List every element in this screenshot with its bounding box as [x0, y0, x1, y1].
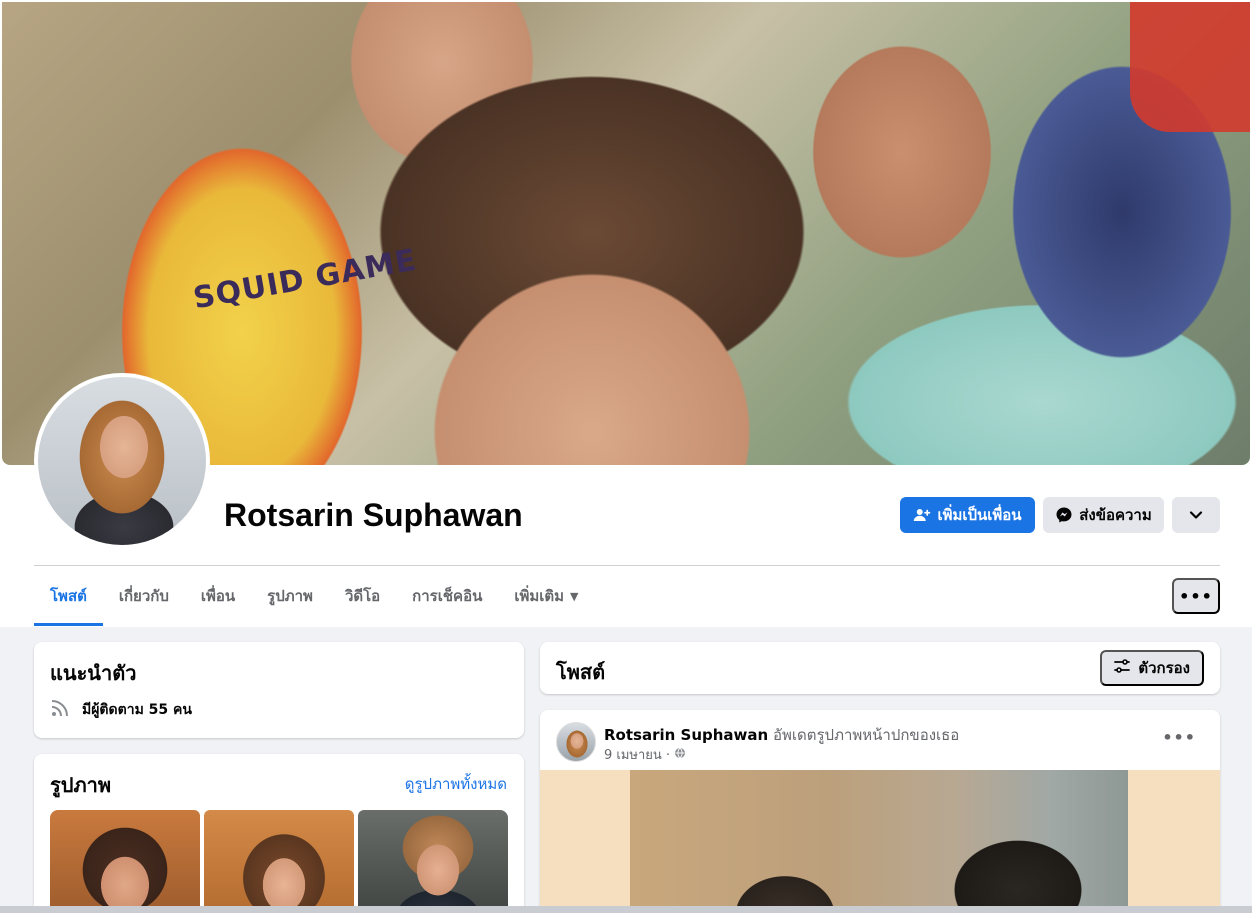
send-message-label: ส่งข้อความ — [1079, 506, 1152, 524]
tab-photos-label: รูปภาพ — [267, 587, 313, 605]
photos-title: รูปภาพ — [50, 773, 112, 797]
post-action-text: อัพเดตรูปภาพหน้าปกของเธอ — [772, 726, 960, 744]
more-dots-icon: ••• — [1162, 728, 1196, 747]
intro-card: แนะนำตัว มีผู้ติดตาม 55 คน — [34, 642, 524, 738]
more-dots-icon: ••• — [1179, 586, 1213, 606]
profile-name: Rotsarin Suphawan — [224, 497, 523, 533]
person-plus-icon — [913, 506, 931, 524]
tab-more[interactable]: เพิ่มเติม ▼ — [498, 566, 594, 626]
post-image[interactable] — [630, 770, 1128, 913]
post-author-avatar[interactable] — [556, 722, 596, 762]
profile-more-button[interactable] — [1172, 497, 1220, 533]
send-message-button[interactable]: ส่งข้อความ — [1043, 497, 1164, 533]
post-author-name[interactable]: Rotsarin Suphawan — [604, 726, 768, 744]
cover-photo[interactable]: SQUID GAME — [2, 2, 1250, 465]
add-friend-label: เพิ่มเป็นเพื่อน — [937, 506, 1022, 524]
bottom-scroll-edge — [0, 906, 1252, 913]
post-card: Rotsarin Suphawan อัพเดตรูปภาพหน้าปกของเ… — [540, 710, 1220, 913]
post-image-frame — [540, 770, 1220, 913]
followers-row: มีผู้ติดตาม 55 คน — [50, 698, 192, 722]
photos-card: รูปภาพ ดูรูปภาพทั้งหมด — [34, 754, 524, 913]
tab-about-label: เกี่ยวกับ — [118, 587, 169, 605]
cover-shirt-text: SQUID GAME — [190, 242, 420, 317]
filter-label: ตัวกรอง — [1138, 659, 1190, 677]
tab-videos[interactable]: วิดีโอ — [329, 566, 396, 626]
tab-about[interactable]: เกี่ยวกับ — [103, 566, 185, 626]
caret-down-icon: ▼ — [570, 589, 579, 603]
profile-avatar-image — [38, 377, 206, 545]
tab-photos[interactable]: รูปภาพ — [251, 566, 329, 626]
tab-videos-label: วิดีโอ — [344, 587, 381, 605]
posts-title: โพสต์ — [556, 660, 606, 684]
post-meta: 9 เมษายน · — [604, 744, 686, 765]
rss-icon — [50, 698, 70, 722]
add-friend-button[interactable]: เพิ่มเป็นเพื่อน — [900, 497, 1035, 533]
filter-button[interactable]: ตัวกรอง — [1100, 650, 1204, 686]
posts-header-card: โพสต์ ตัวกรอง — [540, 642, 1220, 694]
see-all-photos-link[interactable]: ดูรูปภาพทั้งหมด — [405, 772, 507, 796]
globe-icon — [674, 747, 686, 763]
tab-checkins[interactable]: การเช็คอิน — [396, 566, 498, 626]
followers-count: มีผู้ติดตาม 55 คน — [82, 702, 192, 718]
tab-more-label: เพิ่มเติม — [514, 587, 565, 605]
sliders-icon — [1114, 658, 1131, 678]
cover-red-object — [1130, 2, 1250, 132]
tab-posts[interactable]: โพสต์ — [34, 566, 103, 626]
profile-avatar[interactable] — [34, 373, 210, 549]
profile-tabs: โพสต์ เกี่ยวกับ เพื่อน รูปภาพ วิดีโอ การ… — [34, 566, 594, 626]
tab-friends-label: เพื่อน — [200, 587, 236, 605]
photo-thumbnail[interactable] — [358, 810, 508, 913]
post-options-button[interactable]: ••• — [1162, 728, 1196, 747]
messenger-icon — [1055, 506, 1073, 524]
profile-header: SQUID GAME Rotsarin Suphawan เพิ่มเป็นเพ… — [0, 0, 1252, 627]
tab-posts-label: โพสต์ — [50, 587, 87, 605]
photo-grid — [50, 810, 508, 913]
tab-checkins-label: การเช็คอิน — [412, 587, 483, 605]
chevron-down-icon — [1189, 508, 1203, 522]
intro-title: แนะนำตัว — [50, 661, 137, 685]
tabs-more-options-button[interactable]: ••• — [1172, 578, 1220, 614]
post-date[interactable]: 9 เมษายน · — [604, 744, 670, 765]
tab-friends[interactable]: เพื่อน — [185, 566, 251, 626]
photo-thumbnail[interactable] — [50, 810, 200, 913]
photo-thumbnail[interactable] — [204, 810, 354, 913]
